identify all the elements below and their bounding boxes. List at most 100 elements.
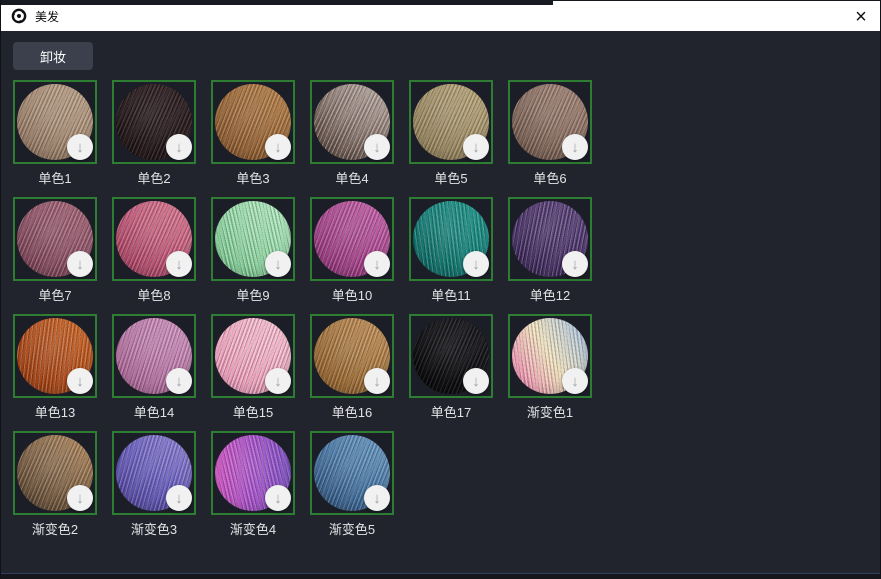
hair-style-cell: ↓ 单色9 (211, 197, 295, 304)
download-icon: ↓ (274, 257, 282, 272)
download-icon: ↓ (175, 140, 183, 155)
tile-label: 单色9 (211, 287, 295, 304)
download-button[interactable]: ↓ (562, 251, 588, 277)
hair-style-tile[interactable]: ↓ (409, 197, 493, 281)
tile-label: 单色2 (112, 170, 196, 187)
hair-style-tile[interactable]: ↓ (211, 314, 295, 398)
tile-label: 渐变色3 (112, 521, 196, 538)
hair-style-tile[interactable]: ↓ (211, 431, 295, 515)
remove-makeup-button[interactable]: 卸妆 (13, 42, 93, 70)
hair-style-tile[interactable]: ↓ (310, 431, 394, 515)
hair-style-cell: ↓ 单色15 (211, 314, 295, 421)
tile-label: 渐变色2 (13, 521, 97, 538)
download-button[interactable]: ↓ (166, 251, 192, 277)
download-icon: ↓ (472, 140, 480, 155)
tile-label: 单色10 (310, 287, 394, 304)
download-button[interactable]: ↓ (67, 368, 93, 394)
tile-label: 单色1 (13, 170, 97, 187)
download-icon: ↓ (472, 257, 480, 272)
download-icon: ↓ (175, 257, 183, 272)
hair-style-tile[interactable]: ↓ (310, 314, 394, 398)
hair-style-cell: ↓ 渐变色2 (13, 431, 97, 538)
download-button[interactable]: ↓ (67, 485, 93, 511)
hair-style-cell: ↓ 渐变色4 (211, 431, 295, 538)
background-window-sliver-top (1, 0, 553, 5)
tile-label: 单色3 (211, 170, 295, 187)
hair-style-cell: ↓ 单色8 (112, 197, 196, 304)
download-button[interactable]: ↓ (265, 368, 291, 394)
tile-label: 单色8 (112, 287, 196, 304)
close-button[interactable]: × (846, 3, 876, 30)
hair-style-tile[interactable]: ↓ (310, 197, 394, 281)
tile-label: 单色16 (310, 404, 394, 421)
tile-label: 渐变色1 (508, 404, 592, 421)
hair-style-tile[interactable]: ↓ (508, 314, 592, 398)
download-button[interactable]: ↓ (166, 485, 192, 511)
download-icon: ↓ (175, 491, 183, 506)
hair-style-tile[interactable]: ↓ (112, 197, 196, 281)
download-icon: ↓ (571, 257, 579, 272)
hair-style-cell: ↓ 单色16 (310, 314, 394, 421)
download-button[interactable]: ↓ (67, 251, 93, 277)
tile-label: 单色5 (409, 170, 493, 187)
window-title: 美发 (35, 8, 59, 25)
hair-style-tile[interactable]: ↓ (211, 80, 295, 164)
hair-style-cell: ↓ 渐变色3 (112, 431, 196, 538)
hair-style-cell: ↓ 单色6 (508, 80, 592, 187)
download-button[interactable]: ↓ (166, 368, 192, 394)
download-icon: ↓ (472, 374, 480, 389)
download-button[interactable]: ↓ (67, 134, 93, 160)
download-button[interactable]: ↓ (364, 134, 390, 160)
hair-style-cell: ↓ 单色10 (310, 197, 394, 304)
tile-label: 单色11 (409, 287, 493, 304)
hair-style-tile[interactable]: ↓ (508, 80, 592, 164)
download-button[interactable]: ↓ (364, 485, 390, 511)
tile-label: 渐变色4 (211, 521, 295, 538)
download-button[interactable]: ↓ (265, 485, 291, 511)
hair-style-grid: ↓ 单色1 ↓ 单色2 ↓ 单色3 ↓ 单色4 (13, 80, 613, 548)
download-icon: ↓ (76, 491, 84, 506)
hair-style-cell: ↓ 单色7 (13, 197, 97, 304)
hair-style-tile[interactable]: ↓ (409, 80, 493, 164)
download-button[interactable]: ↓ (463, 368, 489, 394)
hair-style-tile[interactable]: ↓ (13, 431, 97, 515)
hair-style-tile[interactable]: ↓ (13, 80, 97, 164)
hair-style-cell: ↓ 单色17 (409, 314, 493, 421)
download-icon: ↓ (373, 257, 381, 272)
hair-style-tile[interactable]: ↓ (310, 80, 394, 164)
download-button[interactable]: ↓ (364, 368, 390, 394)
download-icon: ↓ (76, 374, 84, 389)
hair-style-tile[interactable]: ↓ (112, 80, 196, 164)
tile-label: 单色17 (409, 404, 493, 421)
hair-style-tile[interactable]: ↓ (13, 314, 97, 398)
download-icon: ↓ (373, 374, 381, 389)
background-window-sliver-bottom (1, 573, 880, 579)
download-button[interactable]: ↓ (463, 134, 489, 160)
download-button[interactable]: ↓ (562, 134, 588, 160)
dialog-body: 卸妆 ↓ 单色1 ↓ 单色2 ↓ 单色3 (1, 31, 880, 574)
hair-style-tile[interactable]: ↓ (508, 197, 592, 281)
hair-style-cell: ↓ 单色11 (409, 197, 493, 304)
download-button[interactable]: ↓ (364, 251, 390, 277)
hair-style-cell: ↓ 单色2 (112, 80, 196, 187)
hair-style-cell: ↓ 单色3 (211, 80, 295, 187)
download-button[interactable]: ↓ (265, 134, 291, 160)
download-icon: ↓ (373, 140, 381, 155)
download-button[interactable]: ↓ (265, 251, 291, 277)
tile-label: 单色15 (211, 404, 295, 421)
close-icon: × (855, 7, 867, 27)
hair-style-tile[interactable]: ↓ (13, 197, 97, 281)
download-button[interactable]: ↓ (562, 368, 588, 394)
hair-style-tile[interactable]: ↓ (409, 314, 493, 398)
hair-style-cell: ↓ 渐变色1 (508, 314, 592, 421)
tile-label: 单色14 (112, 404, 196, 421)
hair-style-tile[interactable]: ↓ (112, 431, 196, 515)
hair-dialog-window: 美发 × 卸妆 ↓ 单色1 ↓ 单色2 ↓ (0, 0, 881, 579)
hair-style-tile[interactable]: ↓ (211, 197, 295, 281)
download-button[interactable]: ↓ (463, 251, 489, 277)
hair-style-tile[interactable]: ↓ (112, 314, 196, 398)
download-button[interactable]: ↓ (166, 134, 192, 160)
download-icon: ↓ (274, 374, 282, 389)
hair-style-cell: ↓ 单色14 (112, 314, 196, 421)
tile-label: 单色4 (310, 170, 394, 187)
